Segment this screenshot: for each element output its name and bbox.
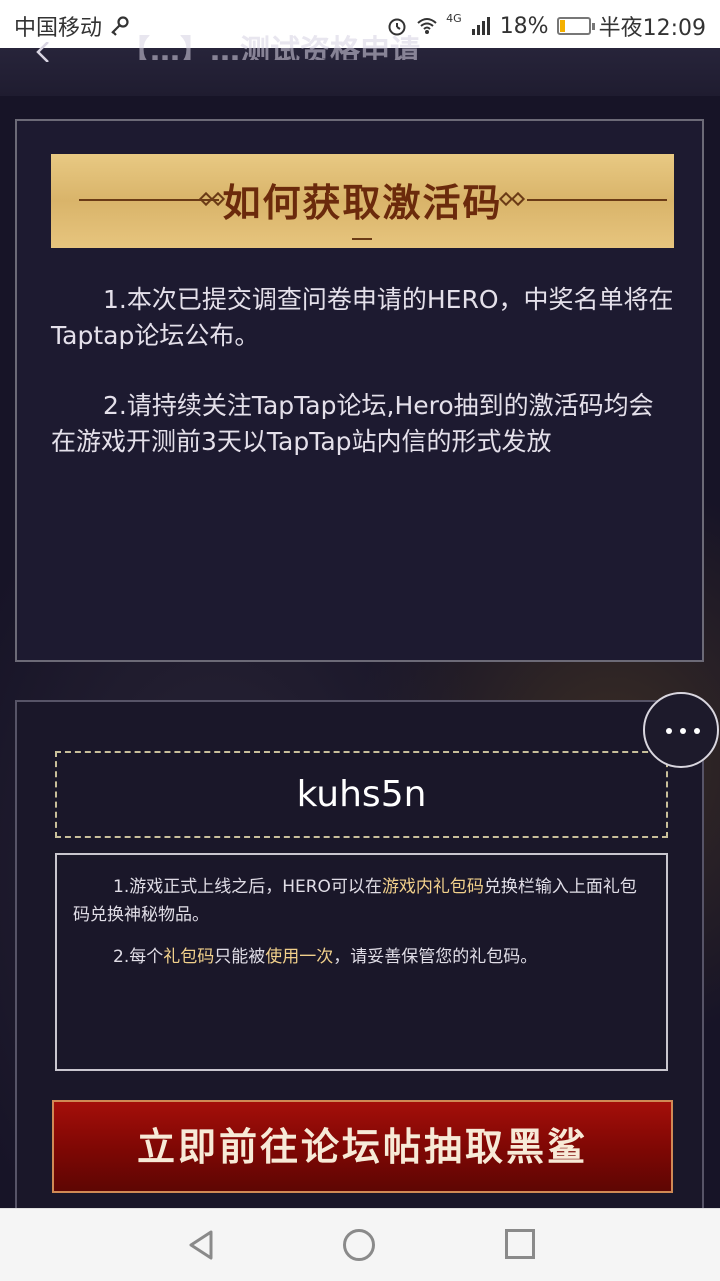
- info-paragraph-1: 1.本次已提交调查问卷申请的HERO，中奖名单将在Taptap论坛公布。: [51, 285, 674, 350]
- nav-recents-icon[interactable]: [505, 1229, 535, 1259]
- go-to-forum-button[interactable]: 立即前往论坛帖抽取黑鲨: [52, 1100, 673, 1193]
- section-banner: 如何获取激活码: [51, 154, 674, 248]
- gift-code-notes: 1.游戏正式上线之后，HERO可以在游戏内礼包码兑换栏输入上面礼包码兑换神秘物品…: [55, 853, 668, 1071]
- carrier-label: 中国移动: [14, 16, 103, 41]
- nav-back-icon[interactable]: [185, 1229, 217, 1261]
- system-nav-bar: [0, 1208, 720, 1281]
- note-1: 1.游戏正式上线之后，HERO可以在游戏内礼包码兑换栏输入上面礼包码兑换神秘物品…: [73, 877, 637, 925]
- app-header: 【…】…测试资格申请: [0, 34, 720, 96]
- back-arrow-icon[interactable]: [34, 42, 54, 62]
- note-2: 2.每个礼包码只能被使用一次，请妥善保管您的礼包码。: [113, 947, 538, 967]
- gift-code-panel: kuhs5n 1.游戏正式上线之后，HERO可以在游戏内礼包码兑换栏输入上面礼包…: [15, 700, 704, 1240]
- activation-info-panel: 如何获取激活码 1.本次已提交调查问卷申请的HERO，中奖名单将在Taptap论…: [15, 119, 704, 662]
- nav-home-icon[interactable]: [343, 1229, 375, 1261]
- gift-code-value[interactable]: kuhs5n: [55, 751, 668, 838]
- clock: 半夜12:09: [598, 16, 706, 41]
- info-paragraph-2: 2.请持续关注TapTap论坛,Hero抽到的激活码均会在游戏开测前3天以Tap…: [51, 391, 654, 456]
- page-title: 【…】…测试资格申请: [120, 34, 420, 60]
- more-options-button[interactable]: [643, 692, 719, 768]
- network-type: 4G: [446, 11, 462, 25]
